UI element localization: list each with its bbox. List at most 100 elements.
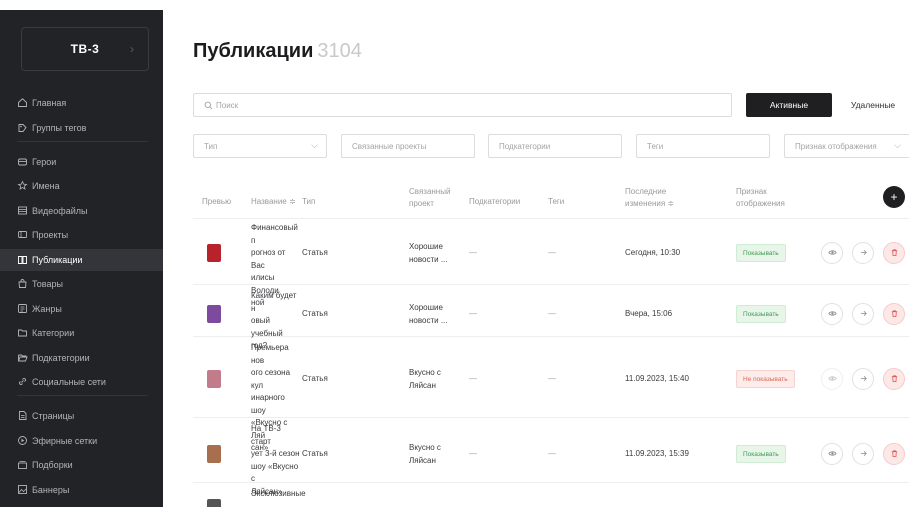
filter-tags-label: Теги bbox=[647, 141, 664, 151]
sidebar-item[interactable]: Подкатегории bbox=[0, 347, 163, 369]
sidebar-divider bbox=[17, 395, 148, 396]
sidebar-item-label: Имена bbox=[32, 181, 60, 191]
search-input[interactable]: Поиск bbox=[193, 93, 732, 117]
publication-name-line: Премьера нов bbox=[251, 343, 289, 365]
sidebar-item-label: Публикации bbox=[32, 255, 83, 265]
publication-name-line: Каким будет н bbox=[251, 291, 297, 313]
sidebar-item[interactable]: Товары bbox=[0, 273, 163, 295]
publication-subcategories: — bbox=[469, 248, 477, 257]
status-badge[interactable]: Показывать bbox=[736, 445, 786, 463]
tab-active[interactable]: Активные bbox=[746, 93, 832, 117]
publication-subcategories: — bbox=[469, 309, 477, 318]
publication-tags: — bbox=[548, 248, 556, 257]
col-name[interactable]: Название ≑ bbox=[251, 196, 296, 208]
sidebar-item[interactable]: Социальные сети bbox=[0, 371, 163, 393]
sidebar-item[interactable]: Жанры bbox=[0, 298, 163, 320]
publication-name-line: инарного шоу bbox=[251, 393, 285, 415]
sidebar-item-label: Проекты bbox=[32, 230, 69, 240]
delete-button[interactable] bbox=[883, 443, 905, 465]
filter-tags[interactable]: Теги bbox=[636, 134, 770, 158]
preview-eye-button[interactable] bbox=[821, 368, 843, 390]
page-title: Публикации 3104 bbox=[193, 40, 362, 63]
preview-eye-button[interactable] bbox=[821, 303, 843, 325]
publication-name-line: ого сезона кул bbox=[251, 368, 291, 390]
publication-name[interactable]: На ТВ-3 старт ует 3-й сезон шоу «Вкусно сЛ… bbox=[251, 423, 301, 498]
preview-eye-button[interactable] bbox=[821, 443, 843, 465]
sidebar-item[interactable]: Эфирные сетки bbox=[0, 430, 163, 452]
col-tags: Теги bbox=[548, 197, 565, 206]
app: ТВ-3 › Главная Группы тегов Герои Имена Виде… bbox=[0, 0, 909, 507]
publication-type: Статья bbox=[302, 449, 328, 458]
sidebar-item[interactable]: Герои bbox=[0, 151, 163, 173]
publication-project: Хорошие новости ... bbox=[409, 241, 448, 266]
sidebar-item-label: Социальные сети bbox=[32, 377, 106, 387]
search-placeholder: Поиск bbox=[216, 100, 239, 110]
delete-button[interactable] bbox=[883, 242, 905, 264]
publication-name-line: шоу «Вкусно с bbox=[251, 461, 299, 484]
add-publication-button[interactable]: + bbox=[883, 186, 905, 208]
publication-project: Хорошие новости ... bbox=[409, 302, 448, 327]
publication-changed: 11.09.2023, 15:39 bbox=[625, 449, 689, 458]
banner-icon bbox=[17, 484, 28, 495]
preview-thumbnail bbox=[207, 370, 221, 388]
sidebar-item[interactable]: Имена bbox=[0, 175, 163, 197]
sidebar-item[interactable]: Публикации bbox=[0, 249, 163, 271]
sidebar-item[interactable]: Страницы bbox=[0, 405, 163, 427]
publication-project: Вкусно с Ляйсан bbox=[409, 367, 441, 392]
col-project-line1: Связанный bbox=[409, 187, 451, 196]
sidebar-item[interactable]: Подборки bbox=[0, 454, 163, 476]
preview-eye-button[interactable] bbox=[821, 242, 843, 264]
publication-name[interactable]: Эксклюзивные bbox=[251, 488, 306, 501]
page-title-text: Публикации bbox=[193, 40, 314, 62]
book-icon bbox=[17, 254, 28, 265]
col-type: Тип bbox=[302, 197, 316, 206]
sidebar-item-label: Подборки bbox=[32, 460, 73, 470]
arrow-right-icon bbox=[859, 305, 868, 323]
sidebar-item[interactable]: Видеофайлы bbox=[0, 200, 163, 222]
search-icon bbox=[204, 101, 213, 109]
arrow-right-icon bbox=[859, 244, 868, 262]
tab-deleted[interactable]: Удаленные bbox=[840, 93, 906, 117]
brand-switcher[interactable]: ТВ-3 › bbox=[21, 27, 149, 71]
filter-subcategories-label: Подкатегории bbox=[499, 141, 551, 151]
bag-icon bbox=[17, 278, 28, 289]
delete-button[interactable] bbox=[883, 368, 905, 390]
sidebar-item[interactable]: Категории bbox=[0, 322, 163, 344]
tag-group-icon bbox=[17, 122, 28, 133]
project-line: Хорошие bbox=[409, 242, 443, 251]
filter-projects[interactable]: Связанные проекты bbox=[341, 134, 475, 158]
open-arrow-button[interactable] bbox=[852, 303, 874, 325]
publication-tags: — bbox=[548, 449, 556, 458]
sidebar-item[interactable]: Главная bbox=[0, 92, 163, 114]
preview-thumbnail bbox=[207, 244, 221, 262]
heroes-icon bbox=[17, 156, 28, 167]
eye-icon bbox=[827, 305, 837, 323]
project-line: Вкусно с bbox=[409, 443, 441, 452]
project-line: новости ... bbox=[409, 254, 448, 264]
row-divider bbox=[193, 218, 909, 219]
sidebar-item[interactable]: Проекты bbox=[0, 224, 163, 246]
status-badge[interactable]: Показывать bbox=[736, 305, 786, 323]
publication-name-line: Эксклюзивные bbox=[251, 489, 306, 498]
delete-button[interactable] bbox=[883, 303, 905, 325]
open-arrow-button[interactable] bbox=[852, 368, 874, 390]
sidebar-item-label: Баннеры bbox=[32, 485, 70, 495]
eye-icon bbox=[827, 244, 837, 262]
open-arrow-button[interactable] bbox=[852, 242, 874, 264]
preview-thumbnail bbox=[207, 305, 221, 323]
trash-icon bbox=[890, 445, 899, 463]
sidebar-item[interactable]: Группы тегов bbox=[0, 117, 163, 139]
col-changed[interactable]: Последние изменения ≑ bbox=[625, 186, 674, 210]
filter-display[interactable]: Признак отображения ⌵ bbox=[784, 134, 909, 158]
open-arrow-button[interactable] bbox=[852, 443, 874, 465]
status-badge[interactable]: Показывать bbox=[736, 244, 786, 262]
video-icon bbox=[17, 205, 28, 216]
preview-thumbnail bbox=[207, 445, 221, 463]
sidebar: ТВ-3 › Главная Группы тегов Герои Имена Виде… bbox=[0, 10, 163, 507]
col-display-line1: Признак bbox=[736, 187, 767, 196]
status-badge[interactable]: Не показывать bbox=[736, 370, 795, 388]
filter-subcategories[interactable]: Подкатегории bbox=[488, 134, 622, 158]
filter-type[interactable]: Тип ⌵ bbox=[193, 134, 327, 158]
sidebar-item[interactable]: Баннеры bbox=[0, 479, 163, 501]
publication-name-line: ует 3-й сезон bbox=[251, 449, 300, 458]
